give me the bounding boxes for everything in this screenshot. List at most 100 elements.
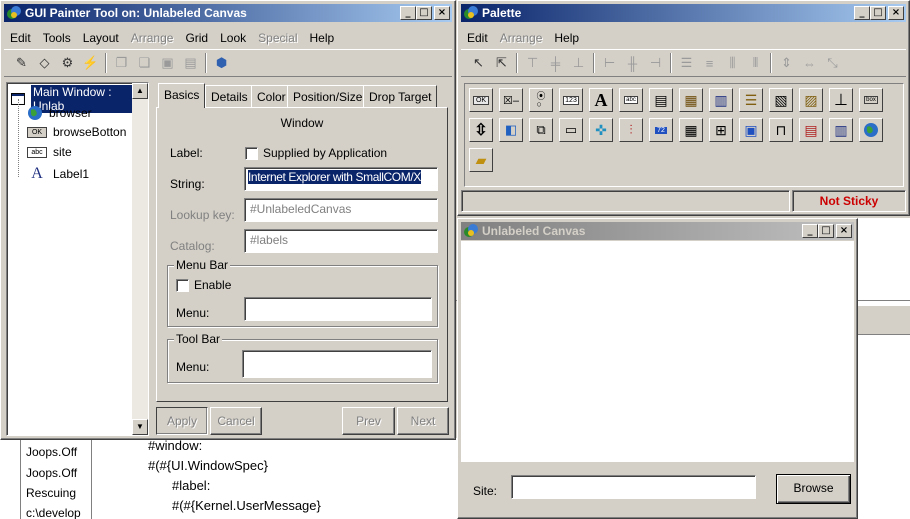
tab-basics[interactable]: Basics <box>158 83 206 108</box>
minimize-button[interactable]: _ <box>400 6 416 20</box>
tool-bar-menu-input[interactable] <box>242 350 432 378</box>
scroll-up-button[interactable]: ▲ <box>132 83 148 99</box>
distribute-vertical-icon[interactable]: ☰ <box>675 52 698 74</box>
lightning-icon[interactable]: ⚡ <box>79 52 102 74</box>
ungroup-icon[interactable]: ▤ <box>179 52 202 74</box>
align-bottom-icon[interactable]: ⊥ <box>567 52 590 74</box>
tab-position-size[interactable]: Position/Size <box>287 85 369 107</box>
minimize-button[interactable]: _ <box>854 6 870 20</box>
tree-item-browse-button[interactable]: OK browseBotton <box>27 125 126 139</box>
align-top-icon[interactable]: ⊤ <box>521 52 544 74</box>
align-right-icon[interactable]: ⊣ <box>644 52 667 74</box>
tab-drop-target[interactable]: Drop Target <box>363 85 438 107</box>
menu-special[interactable]: Special <box>252 31 303 45</box>
menu-help[interactable]: Help <box>304 31 341 45</box>
menu-layout[interactable]: Layout <box>77 31 125 45</box>
close-button[interactable]: × <box>836 224 852 238</box>
menu-bar-menu-input[interactable] <box>244 297 432 321</box>
gui-painter-titlebar[interactable]: GUI Painter Tool on: Unlabeled Canvas _ … <box>4 4 452 22</box>
list-icon[interactable]: ▥ <box>709 88 733 112</box>
menu-arrange[interactable]: Arrange <box>125 31 180 45</box>
spin-button-icon[interactable]: ⫶ <box>619 118 643 142</box>
canvas-titlebar[interactable]: Unlabeled Canvas _ □ × <box>461 222 854 240</box>
resizing-splitter-icon[interactable]: ▤ <box>799 118 823 142</box>
tree-view-icon[interactable]: ✜ <box>589 118 613 142</box>
align-left-icon[interactable]: ⊢ <box>598 52 621 74</box>
copy-icon[interactable]: ❐ <box>110 52 133 74</box>
progress-bar-icon[interactable]: 72 <box>649 118 673 142</box>
dataset-icon[interactable]: ▭ <box>559 118 583 142</box>
group-icon[interactable]: ▣ <box>156 52 179 74</box>
input-field-icon[interactable]: 123 <box>559 88 583 112</box>
action-button-icon[interactable]: OK <box>469 88 493 112</box>
tree-scrollbar[interactable]: ▲ ▼ <box>132 83 148 435</box>
equalize-width-icon[interactable]: ⇔ <box>798 52 821 74</box>
maximize-button[interactable]: □ <box>818 224 834 238</box>
menu-edit[interactable]: Edit <box>461 31 494 45</box>
cancel-button[interactable]: Cancel <box>210 407 262 435</box>
maximize-button[interactable]: □ <box>870 6 886 20</box>
minimize-button[interactable]: _ <box>802 224 818 238</box>
sticky-select-icon[interactable]: ⇱ <box>490 52 513 74</box>
data-set-icon[interactable]: ⊞ <box>709 118 733 142</box>
tree-item-browser[interactable]: browser <box>27 105 92 121</box>
distribute-space-icon[interactable]: ≡ <box>698 52 721 74</box>
select-pointer-icon[interactable]: ↖ <box>467 52 490 74</box>
align-middle-icon[interactable]: ╪ <box>544 52 567 74</box>
list-item[interactable]: Joops.Off <box>26 466 77 480</box>
catalog-input[interactable]: #labels <box>244 229 438 253</box>
menu-help[interactable]: Help <box>548 31 585 45</box>
tab-color[interactable]: Color <box>251 85 292 107</box>
menu-edit[interactable]: Edit <box>4 31 37 45</box>
site-input[interactable] <box>511 475 756 499</box>
equalize-height-icon[interactable]: ⇕ <box>775 52 798 74</box>
list-item[interactable]: c:\develop <box>26 506 81 519</box>
text-editor-icon[interactable]: ▤ <box>649 88 673 112</box>
label-icon[interactable]: A <box>589 88 613 112</box>
apply-button[interactable]: Apply <box>156 407 208 435</box>
chart-icon[interactable]: ▣ <box>739 118 763 142</box>
radio-button-icon[interactable]: ⦿ ○ <box>529 88 553 112</box>
list-item[interactable]: Joops.Off <box>26 445 77 459</box>
browser-icon[interactable] <box>859 118 883 142</box>
notebook-icon[interactable]: ▧ <box>769 88 793 112</box>
text-field-icon[interactable]: abc <box>619 88 643 112</box>
distribute-horizontal-icon[interactable]: ⫼ <box>721 52 744 74</box>
view-holder-icon[interactable]: ▨ <box>799 88 823 112</box>
combo-box-icon[interactable]: ☰ <box>739 88 763 112</box>
tab-control-icon[interactable]: ⊓ <box>769 118 793 142</box>
browser-icon[interactable]: ⬢ <box>210 52 233 74</box>
next-button[interactable]: Next <box>397 407 449 435</box>
browse-button[interactable]: Browse <box>776 474 851 504</box>
define-icon[interactable]: ⚙ <box>56 52 79 74</box>
maximize-button[interactable]: □ <box>416 6 432 20</box>
folder-icon[interactable]: ▰ <box>469 148 493 172</box>
menu-look[interactable]: Look <box>214 31 252 45</box>
table-icon[interactable]: ▦ <box>679 118 703 142</box>
prev-button[interactable]: Prev <box>342 407 395 435</box>
close-button[interactable]: × <box>888 6 904 20</box>
paste-icon[interactable]: ❏ <box>133 52 156 74</box>
close-button[interactable]: × <box>434 6 450 20</box>
enable-menu-bar-checkbox[interactable] <box>176 279 189 292</box>
menu-tools[interactable]: Tools <box>37 31 77 45</box>
palette-titlebar[interactable]: Palette _ □ × <box>461 4 906 22</box>
slider-icon[interactable]: ⇳ <box>469 118 493 142</box>
subcanvas-icon[interactable]: ⧉ <box>529 118 553 142</box>
distribute-centers-icon[interactable]: ⫴ <box>744 52 767 74</box>
tree-item-site[interactable]: abc site <box>27 145 72 159</box>
string-input[interactable]: Internet Explorer with SmallCOM/X <box>244 167 438 191</box>
edit-icon[interactable]: ◇ <box>33 52 56 74</box>
scroll-down-button[interactable]: ▼ <box>132 419 148 435</box>
supplied-by-application-checkbox[interactable] <box>245 147 258 160</box>
lookup-key-input[interactable]: #UnlabeledCanvas <box>244 198 438 222</box>
group-box-icon[interactable]: box <box>859 88 883 112</box>
install-icon[interactable]: ✎ <box>10 52 33 74</box>
equalize-size-icon[interactable]: ⤡ <box>821 52 844 74</box>
browser-area[interactable] <box>461 241 854 462</box>
align-center-icon[interactable]: ╫ <box>621 52 644 74</box>
sticky-status[interactable]: Not Sticky <box>792 190 906 212</box>
list-item[interactable]: Rescuing <box>26 486 76 500</box>
region-icon[interactable]: ◧ <box>499 118 523 142</box>
menu-arrange[interactable]: Arrange <box>494 31 549 45</box>
